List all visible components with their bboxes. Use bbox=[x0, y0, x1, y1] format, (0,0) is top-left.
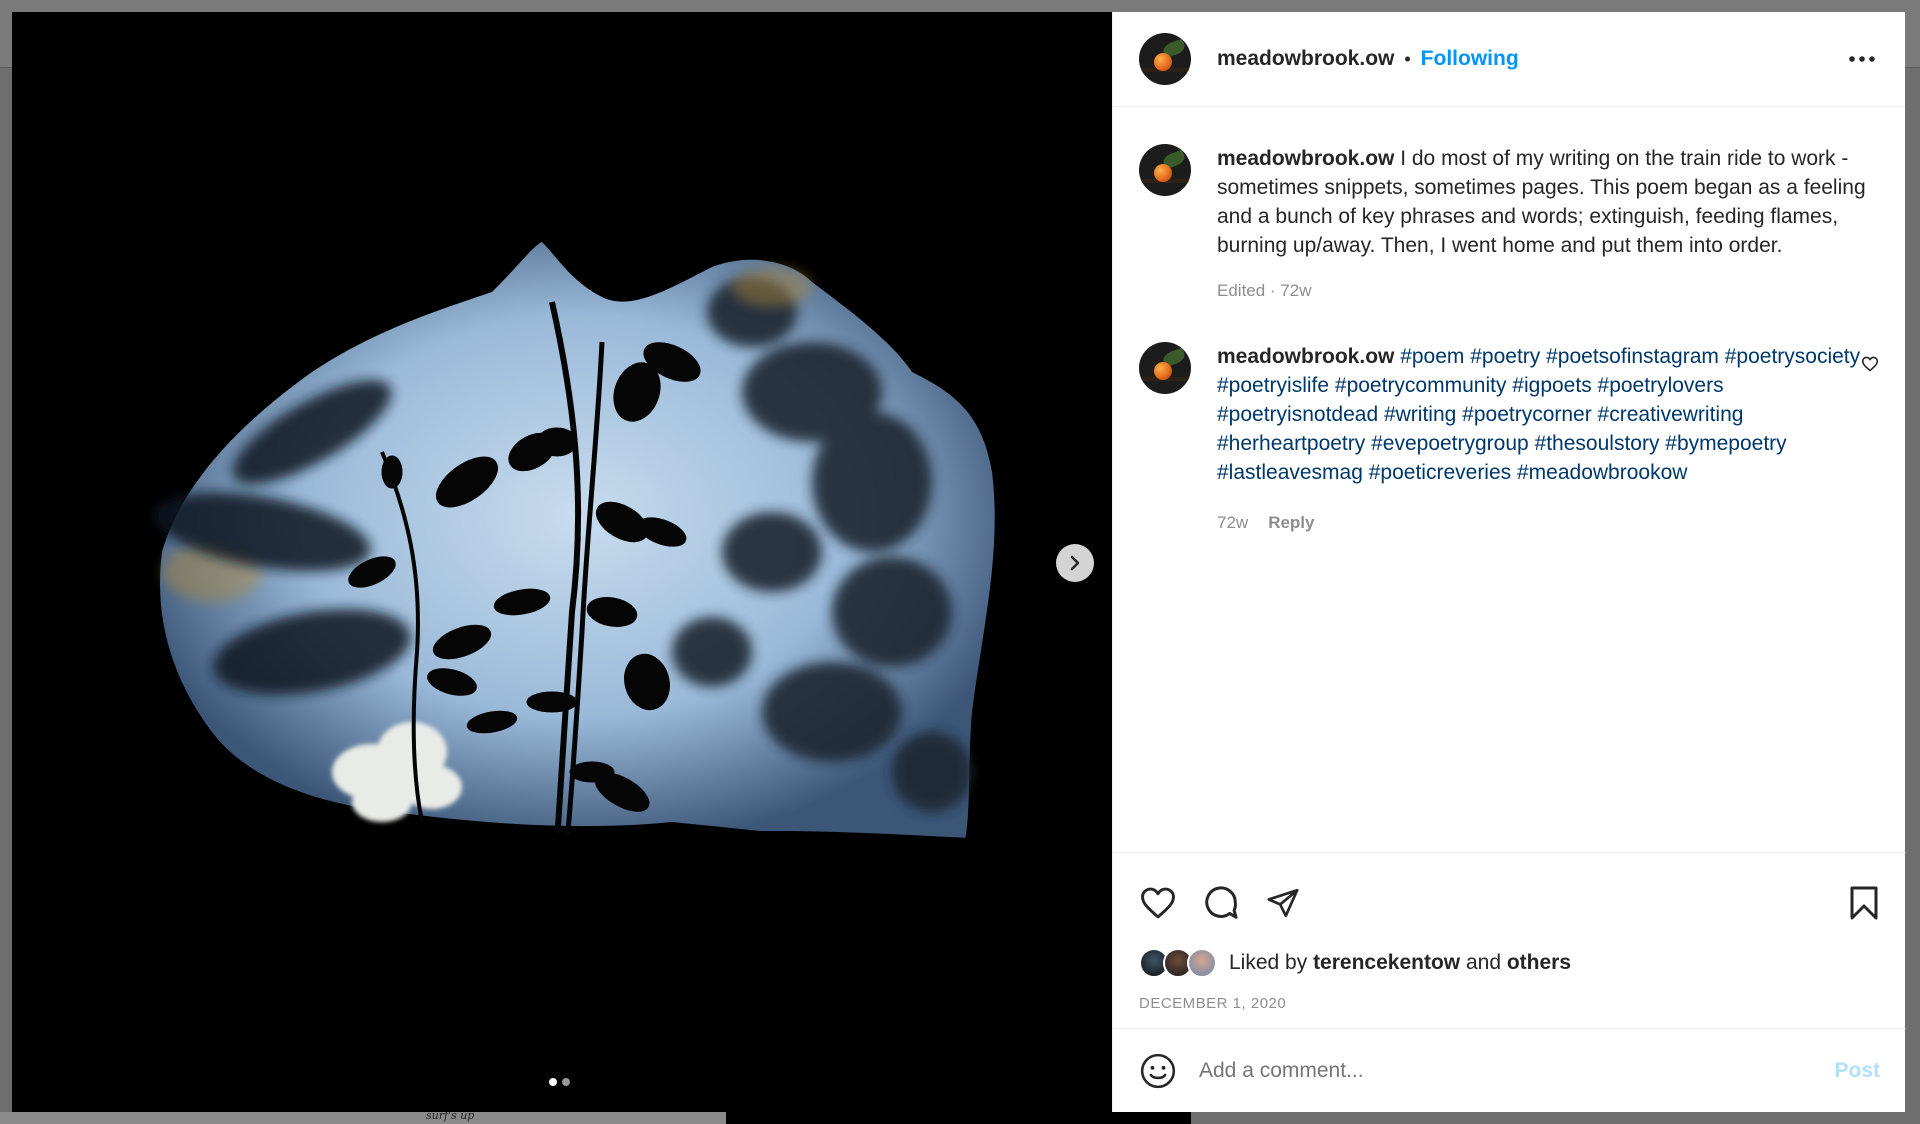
post-actions: Liked by terencekentow and others DECEMB… bbox=[1113, 852, 1906, 1035]
slide-indicator bbox=[549, 1078, 570, 1086]
feed-backdrop-bottom bbox=[0, 1112, 726, 1124]
comment-input[interactable] bbox=[1199, 1058, 1835, 1083]
action-bar bbox=[1139, 863, 1880, 943]
comments-list[interactable]: meadowbrook.ow I do most of my writing o… bbox=[1113, 144, 1905, 533]
caption-meta: Edited · 72w bbox=[1217, 281, 1312, 300]
reply-button[interactable]: Reply bbox=[1268, 513, 1314, 533]
caption-text: meadowbrook.ow I do most of my writing o… bbox=[1217, 144, 1877, 260]
header-username[interactable]: meadowbrook.ow bbox=[1217, 47, 1394, 71]
hashtag-comment-meta: 72w Reply bbox=[1217, 513, 1877, 533]
following-button[interactable]: Following bbox=[1421, 47, 1519, 71]
post-details-panel: meadowbrook.ow • Following meadowbrook.o… bbox=[1112, 12, 1906, 1112]
add-comment-bar: Post bbox=[1113, 1028, 1906, 1112]
post-modal: meadowbrook.ow • Following meadowbrook.o… bbox=[12, 12, 1906, 1112]
liked-and: and bbox=[1465, 951, 1502, 974]
save-button[interactable] bbox=[1834, 880, 1880, 926]
avatar[interactable] bbox=[1139, 144, 1191, 196]
like-button[interactable] bbox=[1139, 880, 1185, 926]
chevron-right-icon bbox=[1070, 555, 1080, 571]
caption-comment: meadowbrook.ow I do most of my writing o… bbox=[1139, 144, 1879, 301]
send-icon bbox=[1267, 888, 1299, 918]
comment-button[interactable] bbox=[1202, 880, 1248, 926]
post-date[interactable]: DECEMBER 1, 2020 bbox=[1139, 995, 1880, 1012]
feed-backdrop-bottom-image bbox=[726, 1112, 1191, 1124]
avatar[interactable] bbox=[1139, 342, 1191, 394]
liker-avatars[interactable] bbox=[1139, 948, 1217, 978]
comment-time[interactable]: 72w bbox=[1217, 513, 1248, 533]
liked-others-link[interactable]: others bbox=[1507, 951, 1571, 975]
liked-prefix: Liked by bbox=[1229, 951, 1308, 974]
likes-summary: Liked by terencekentow and others bbox=[1139, 943, 1880, 983]
slide-dot-active bbox=[549, 1078, 557, 1086]
post-photo bbox=[12, 12, 1112, 1112]
comment-icon bbox=[1205, 886, 1238, 919]
hashtag-comment-username[interactable]: meadowbrook.ow bbox=[1217, 345, 1394, 368]
post-media[interactable] bbox=[12, 12, 1112, 1112]
liked-user-link[interactable]: terencekentow bbox=[1313, 951, 1460, 975]
hashtag-comment: meadowbrook.ow #poem #poetry #poetsofins… bbox=[1139, 342, 1879, 533]
header-separator: • bbox=[1404, 48, 1411, 69]
emoji-icon bbox=[1140, 1053, 1176, 1088]
post-header: meadowbrook.ow • Following bbox=[1113, 12, 1905, 107]
more-horizontal-icon bbox=[1849, 56, 1875, 62]
more-options-button[interactable] bbox=[1845, 42, 1879, 76]
hashtag-comment-text: meadowbrook.ow #poem #poetry #poetsofins… bbox=[1217, 342, 1877, 487]
caption-username[interactable]: meadowbrook.ow bbox=[1217, 147, 1394, 170]
slide-dot bbox=[562, 1078, 570, 1086]
post-comment-button[interactable]: Post bbox=[1834, 1059, 1880, 1083]
avatar[interactable] bbox=[1139, 33, 1191, 85]
heart-icon bbox=[1861, 356, 1879, 372]
heart-icon bbox=[1141, 887, 1175, 919]
share-button[interactable] bbox=[1265, 880, 1311, 926]
like-comment-button[interactable] bbox=[1861, 356, 1879, 377]
next-slide-button[interactable] bbox=[1056, 544, 1094, 582]
bookmark-icon bbox=[1850, 886, 1878, 920]
emoji-button[interactable] bbox=[1139, 1051, 1179, 1091]
